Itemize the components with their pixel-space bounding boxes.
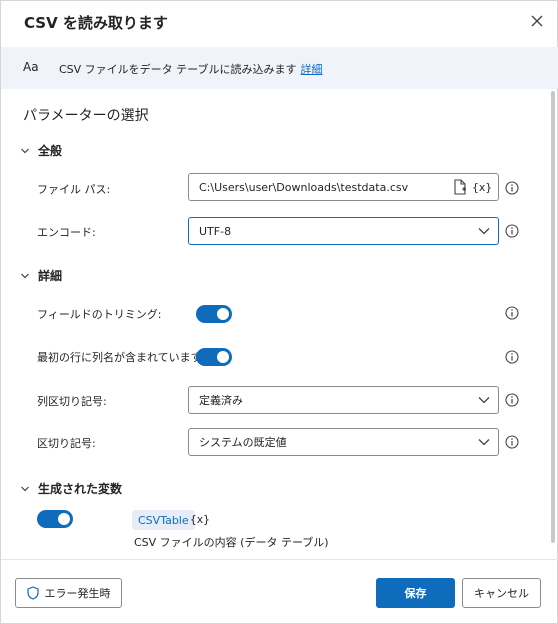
description-text: CSV ファイルをデータ テーブルに読み込みます — [59, 63, 297, 76]
chevron-down-icon — [21, 148, 29, 153]
scrollbar-thumb[interactable] — [551, 91, 555, 543]
cancel-button[interactable]: キャンセル — [462, 578, 541, 608]
close-icon — [531, 15, 543, 27]
chevron-down-icon — [21, 486, 29, 491]
general-group-toggle[interactable]: 全般 — [20, 142, 62, 159]
info-icon[interactable] — [505, 435, 519, 449]
variables-group-label: 生成された変数 — [38, 482, 123, 496]
variable-description: CSV ファイルの内容 (データ テーブル) — [134, 536, 329, 549]
info-icon[interactable] — [505, 350, 519, 364]
column-separator-value: 定義済み — [199, 394, 243, 407]
info-icon[interactable] — [505, 393, 519, 407]
chevron-down-icon — [478, 439, 490, 446]
variable-picker-icon[interactable]: {x} — [190, 513, 210, 526]
separator-value: システムの既定値 — [199, 436, 287, 449]
trim-fields-label: フィールドのトリミング: — [37, 308, 162, 321]
advanced-group-label: 詳細 — [38, 269, 63, 283]
separator-dropdown[interactable]: システムの既定値 — [188, 428, 499, 456]
file-path-label: ファイル パス: — [37, 183, 111, 196]
info-icon[interactable] — [505, 181, 519, 195]
variables-group-toggle[interactable]: 生成された変数 — [20, 480, 122, 497]
column-separator-dropdown[interactable]: 定義済み — [188, 386, 499, 414]
encoding-label: エンコード: — [37, 226, 96, 239]
on-error-label: エラー発生時 — [44, 587, 111, 600]
chevron-down-icon — [478, 228, 490, 235]
text-format-icon: Aa — [23, 60, 39, 74]
encoding-dropdown[interactable]: UTF-8 — [188, 217, 499, 245]
variable-enabled-toggle[interactable] — [37, 510, 73, 528]
save-button[interactable]: 保存 — [376, 578, 455, 608]
first-row-label: 最初の行に列名が含まれています: — [37, 351, 206, 364]
file-path-input[interactable]: C:\Users\user\Downloads\testdata.csv {x} — [188, 173, 499, 201]
close-button[interactable] — [527, 11, 547, 31]
details-link[interactable]: 詳細 — [301, 63, 323, 76]
general-group-label: 全般 — [38, 144, 63, 158]
footer-divider — [1, 559, 558, 560]
chevron-down-icon — [21, 273, 29, 278]
read-csv-dialog: CSV を読み取ります Aa CSV ファイルをデータ テーブルに読み込みます詳… — [0, 0, 558, 624]
variable-name-pill[interactable]: CSVTable — [132, 510, 195, 530]
action-description: CSV ファイルをデータ テーブルに読み込みます 詳細 — [59, 61, 323, 77]
trim-fields-toggle[interactable] — [196, 305, 232, 323]
shield-icon — [26, 586, 39, 600]
encoding-value: UTF-8 — [199, 224, 232, 238]
first-row-toggle[interactable] — [196, 348, 232, 366]
parameters-heading: パラメーターの選択 — [23, 108, 149, 124]
description-band: Aa CSV ファイルをデータ テーブルに読み込みます 詳細 — [1, 47, 558, 89]
chevron-down-icon — [478, 397, 490, 404]
column-separator-label: 列区切り記号: — [37, 395, 107, 408]
separator-label: 区切り記号: — [37, 437, 96, 450]
advanced-group-toggle[interactable]: 詳細 — [20, 267, 62, 284]
info-icon[interactable] — [505, 224, 519, 238]
info-icon[interactable] — [505, 306, 519, 320]
variable-picker-icon[interactable]: {x} — [472, 181, 492, 194]
on-error-button[interactable]: エラー発生時 — [15, 578, 122, 608]
file-path-value: C:\Users\user\Downloads\testdata.csv — [199, 180, 409, 194]
dialog-title: CSV を読み取ります — [24, 14, 168, 32]
file-icon[interactable] — [453, 179, 467, 195]
